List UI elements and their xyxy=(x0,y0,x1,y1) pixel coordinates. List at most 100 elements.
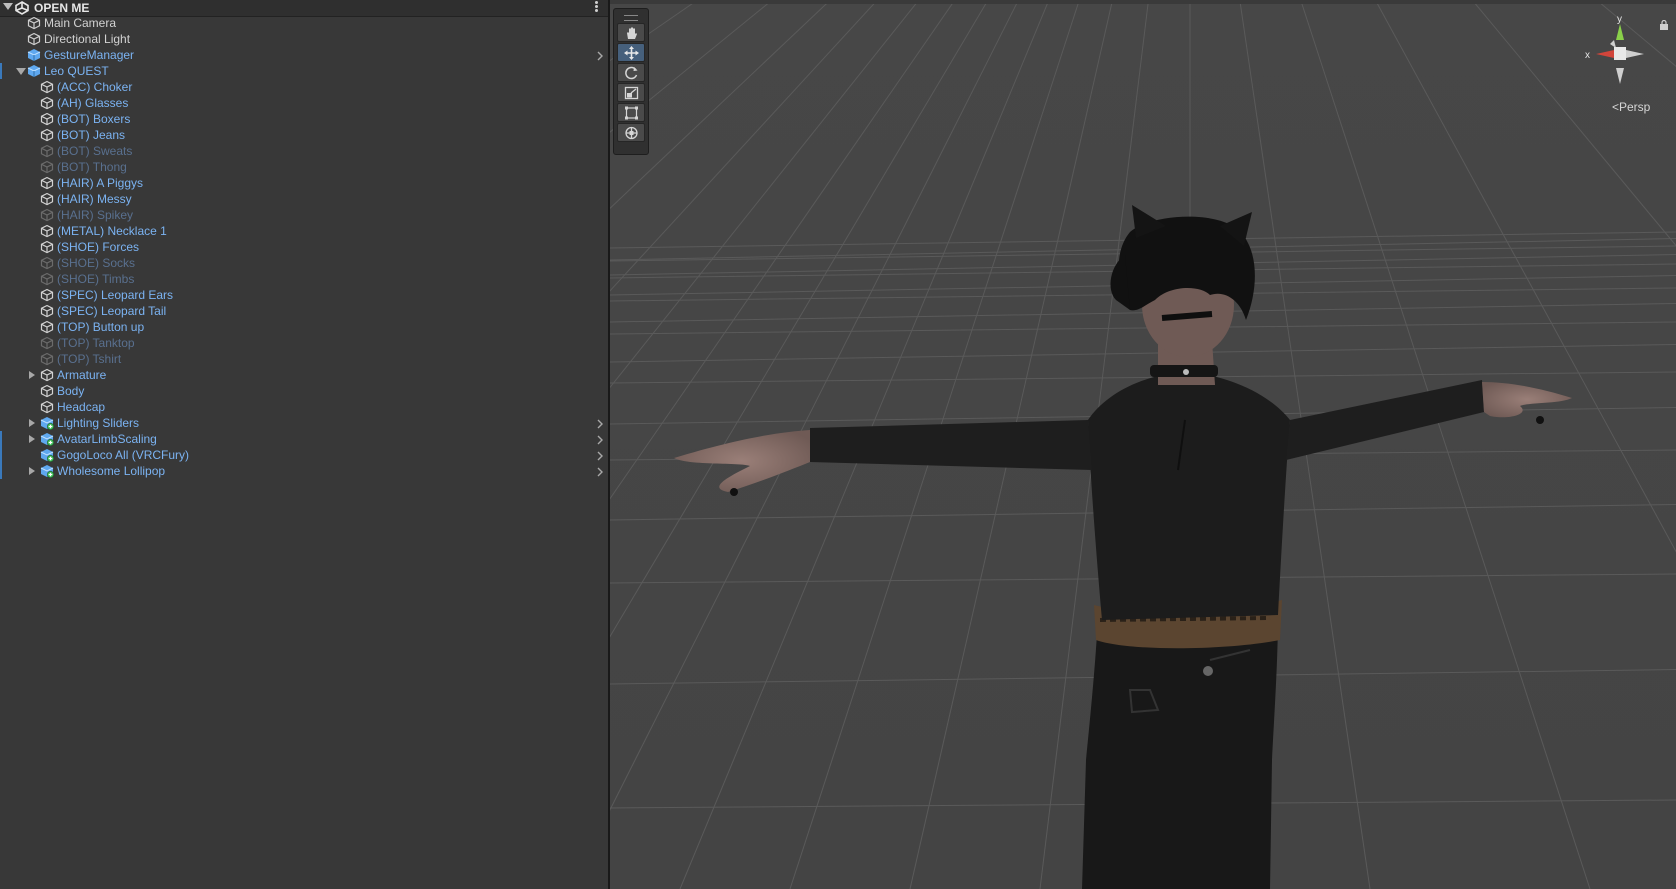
override-marker xyxy=(0,431,2,447)
hierarchy-row[interactable]: Lighting Sliders xyxy=(0,415,609,431)
hierarchy-row-label: AvatarLimbScaling xyxy=(57,432,157,446)
chevron-right-icon[interactable] xyxy=(595,450,605,461)
hierarchy-row[interactable]: (BOT) Jeans xyxy=(0,127,609,143)
transform-tool-button[interactable] xyxy=(617,123,645,142)
gizmo-y-axis-icon xyxy=(1616,24,1624,40)
scene-viewport[interactable] xyxy=(610,0,1676,889)
gizmo-center-cube-icon xyxy=(1614,47,1626,60)
hierarchy-row[interactable]: (HAIR) Messy xyxy=(0,191,609,207)
gameobject-icon xyxy=(40,208,54,222)
hierarchy-row[interactable]: Headcap xyxy=(0,399,609,415)
hierarchy-row[interactable]: AvatarLimbScaling xyxy=(0,431,609,447)
hierarchy-row-label: (SHOE) Forces xyxy=(57,240,140,254)
hierarchy-row-label: GogoLoco All (VRCFury) xyxy=(57,448,190,462)
hierarchy-row[interactable]: (TOP) Tshirt xyxy=(0,351,609,367)
prefab-icon xyxy=(27,64,41,78)
scene-title: OPEN ME xyxy=(34,1,90,15)
hierarchy-row[interactable]: (SPEC) Leopard Ears xyxy=(0,287,609,303)
hierarchy-row-label: (AH) Glasses xyxy=(57,96,129,110)
rotate-tool-button[interactable] xyxy=(617,63,645,82)
gameobject-icon xyxy=(40,400,54,414)
hierarchy-row[interactable]: (HAIR) Spikey xyxy=(0,207,609,223)
hierarchy-row-label: (SHOE) Socks xyxy=(57,256,136,270)
hierarchy-row-label: (BOT) Sweats xyxy=(57,144,133,158)
hierarchy-row[interactable]: (TOP) Button up xyxy=(0,319,609,335)
hierarchy-row-label: Armature xyxy=(57,368,107,382)
hierarchy-row[interactable]: (ACC) Choker xyxy=(0,79,609,95)
hierarchy-row[interactable]: Main Camera xyxy=(0,15,609,31)
hierarchy-row[interactable]: (BOT) Sweats xyxy=(0,143,609,159)
hierarchy-row[interactable]: (TOP) Tanktop xyxy=(0,335,609,351)
chevron-right-icon[interactable] xyxy=(595,466,605,477)
gizmo-neg-x-axis-icon xyxy=(1626,50,1644,58)
override-marker xyxy=(0,447,2,463)
hierarchy-row[interactable]: Wholesome Lollipop xyxy=(0,463,609,479)
hierarchy-row[interactable]: Body xyxy=(0,383,609,399)
hierarchy-row-label: (METAL) Necklace 1 xyxy=(57,224,167,238)
hierarchy-row[interactable]: (BOT) Boxers xyxy=(0,111,609,127)
hierarchy-row-label: (SHOE) Timbs xyxy=(57,272,135,286)
expand-arrow-down-icon[interactable] xyxy=(16,68,26,75)
hierarchy-row[interactable]: (HAIR) A Piggys xyxy=(0,175,609,191)
hierarchy-row-label: (HAIR) A Piggys xyxy=(57,176,144,190)
hierarchy-row-label: (BOT) Boxers xyxy=(57,112,131,126)
scene-view[interactable]: y x <Persp xyxy=(610,0,1676,889)
hierarchy-row[interactable]: GestureManager xyxy=(0,47,609,63)
chevron-right-icon[interactable] xyxy=(595,418,605,429)
hierarchy-row[interactable]: GogoLoco All (VRCFury) xyxy=(0,447,609,463)
gameobject-icon xyxy=(40,320,54,334)
gameobject-icon xyxy=(40,368,54,382)
more-options-icon[interactable] xyxy=(595,1,599,14)
hierarchy-row[interactable]: (SHOE) Socks xyxy=(0,255,609,271)
expand-arrow-right-icon[interactable] xyxy=(29,371,35,379)
move-tool-button[interactable] xyxy=(617,43,645,62)
gizmo-neg-y-axis-icon xyxy=(1616,68,1624,84)
hierarchy-row-label: Headcap xyxy=(57,400,106,414)
unity-scene-icon xyxy=(15,1,29,15)
tools-overlay[interactable] xyxy=(613,8,649,155)
hierarchy-row[interactable]: (BOT) Thong xyxy=(0,159,609,175)
gameobject-icon xyxy=(40,256,54,270)
gameobject-icon xyxy=(40,128,54,142)
hierarchy-row-label: Directional Light xyxy=(44,32,131,46)
expand-arrow-right-icon[interactable] xyxy=(29,435,35,443)
hierarchy-row-label: (TOP) Tshirt xyxy=(57,352,122,366)
expand-arrow-right-icon[interactable] xyxy=(29,419,35,427)
hierarchy-row[interactable]: Armature xyxy=(0,367,609,383)
override-marker xyxy=(0,63,2,79)
gameobject-icon xyxy=(40,304,54,318)
rect-tool-button[interactable] xyxy=(617,103,645,122)
prefab-variant-icon xyxy=(40,432,55,447)
hierarchy-row[interactable]: (AH) Glasses xyxy=(0,95,609,111)
hierarchy-row-label: Wholesome Lollipop xyxy=(57,464,166,478)
scene-toolbar-strip xyxy=(610,0,1676,4)
hierarchy-row[interactable]: Leo QUEST xyxy=(0,63,609,79)
prefab-icon xyxy=(27,48,41,62)
hierarchy-row-label: (HAIR) Messy xyxy=(57,192,132,206)
scale-tool-button[interactable] xyxy=(617,83,645,102)
gameobject-icon xyxy=(40,240,54,254)
hierarchy-row[interactable]: (SPEC) Leopard Tail xyxy=(0,303,609,319)
hierarchy-row[interactable]: (METAL) Necklace 1 xyxy=(0,223,609,239)
hierarchy-row[interactable]: (SHOE) Forces xyxy=(0,239,609,255)
orientation-gizmo[interactable]: y x xyxy=(1580,14,1664,94)
projection-toggle[interactable]: <Persp xyxy=(1612,100,1650,114)
gameobject-icon xyxy=(40,272,54,286)
hierarchy-row-label: GestureManager xyxy=(44,48,135,62)
lock-icon[interactable] xyxy=(1659,20,1669,30)
gameobject-icon xyxy=(40,352,54,366)
hierarchy-row-label: (SPEC) Leopard Ears xyxy=(57,288,174,302)
hierarchy-row[interactable]: Directional Light xyxy=(0,31,609,47)
expand-arrow-right-icon[interactable] xyxy=(29,467,35,475)
chevron-right-icon[interactable] xyxy=(595,434,605,445)
overlay-grip-icon[interactable] xyxy=(624,15,638,21)
hierarchy-panel: OPEN ME Main Camera Directional Light Gest… xyxy=(0,0,609,889)
gameobject-icon xyxy=(40,288,54,302)
chevron-right-icon[interactable] xyxy=(595,50,605,61)
hierarchy-row-label: (HAIR) Spikey xyxy=(57,208,134,222)
gameobject-icon xyxy=(27,32,41,46)
hand-tool-button[interactable] xyxy=(617,23,645,42)
gizmo-x-axis-icon xyxy=(1596,50,1614,58)
hierarchy-row[interactable]: (SHOE) Timbs xyxy=(0,271,609,287)
scene-foldout-arrow-icon[interactable] xyxy=(3,3,13,10)
